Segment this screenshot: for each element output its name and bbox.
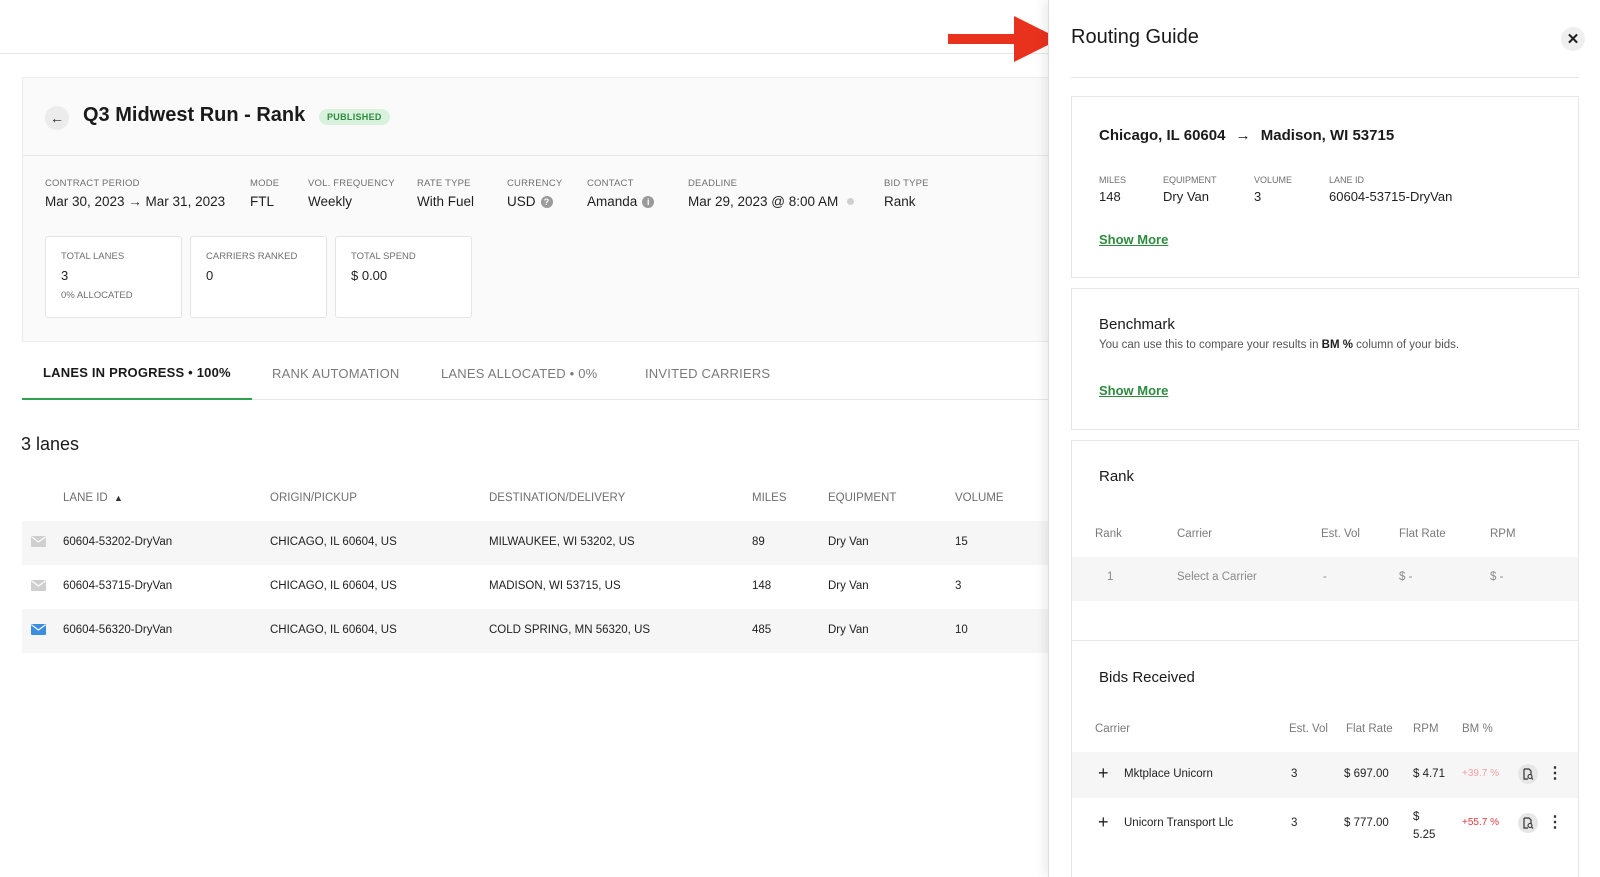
- arrow-right-icon: →: [1235, 127, 1251, 144]
- kebab-menu-icon: ⋮: [1547, 765, 1563, 782]
- document-search-icon: [1522, 817, 1533, 829]
- bids-column-est-vol: Est. Vol: [1289, 723, 1328, 735]
- rank-title: Rank: [1099, 468, 1135, 485]
- routing-guide-drawer: Routing Guide ✕ Chicago, IL 60604 → Madi…: [1048, 0, 1600, 877]
- plus-icon: +: [1098, 812, 1109, 832]
- benchmark-description: You can use this to compare your results…: [1099, 339, 1460, 351]
- lane-miles: MILES 148: [1099, 175, 1127, 204]
- mail-icon: [31, 580, 46, 591]
- back-button[interactable]: ←: [45, 106, 69, 130]
- table-row[interactable]: 60604-53715-DryVan CHICAGO, IL 60604, US…: [22, 565, 1048, 609]
- view-bid-button[interactable]: [1518, 813, 1538, 833]
- tab-lanes-in-progress[interactable]: LANES IN PROGRESS • 100%: [22, 346, 252, 400]
- bids-column-rpm: RPM: [1413, 723, 1439, 735]
- meta-contact: CONTACT Amanda i: [587, 178, 655, 209]
- more-options-button[interactable]: ⋮: [1547, 766, 1563, 782]
- column-miles[interactable]: MILES: [752, 492, 787, 504]
- close-icon: ✕: [1566, 31, 1580, 48]
- select-carrier-dropdown[interactable]: Select a Carrier: [1177, 571, 1257, 583]
- bids-received-panel: Bids Received Carrier Est. Vol Flat Rate…: [1071, 640, 1579, 877]
- meta-mode: MODE FTL: [250, 178, 280, 209]
- sort-ascending-icon: ▲: [113, 493, 123, 503]
- help-icon[interactable]: ?: [540, 195, 553, 208]
- rank-row: 1 Select a Carrier - $ - $ -: [1072, 557, 1578, 601]
- meta-rate-type: RATE TYPE With Fuel: [417, 178, 475, 209]
- benchmark-panel: Benchmark You can use this to compare yo…: [1071, 288, 1579, 430]
- document-search-icon: [1522, 768, 1533, 780]
- tab-lanes-allocated[interactable]: LANES ALLOCATED • 0%: [441, 346, 597, 400]
- drawer-title: Routing Guide: [1071, 26, 1199, 48]
- divider: [1071, 77, 1579, 78]
- arrow-left-icon: ←: [50, 110, 64, 126]
- rank-column-est-vol: Est. Vol: [1321, 528, 1360, 540]
- add-bid-button[interactable]: +: [1098, 812, 1109, 833]
- mail-icon: [31, 536, 46, 547]
- status-badge: PUBLISHED: [319, 109, 390, 125]
- table-row[interactable]: 60604-53202-DryVan CHICAGO, IL 60604, US…: [22, 521, 1048, 565]
- meta-currency: CURRENCY USD ?: [507, 178, 563, 209]
- plus-icon: +: [1098, 763, 1109, 783]
- lanes-table-header: LANE ID ▲ ORIGIN/PICKUP DESTINATION/DELI…: [22, 482, 1048, 514]
- lanes-count: 3 lanes: [21, 434, 80, 454]
- column-destination[interactable]: DESTINATION/DELIVERY: [489, 492, 625, 504]
- rank-column-rank: Rank: [1095, 528, 1122, 540]
- column-origin[interactable]: ORIGIN/PICKUP: [270, 492, 357, 504]
- rank-column-carrier: Carrier: [1177, 528, 1213, 540]
- tab-rank-automation[interactable]: RANK AUTOMATION: [272, 346, 399, 400]
- benchmark-title: Benchmark: [1099, 316, 1175, 333]
- stat-total-spend: TOTAL SPEND $ 0.00: [335, 236, 472, 318]
- table-row[interactable]: 60604-56320-DryVan CHICAGO, IL 60604, US…: [22, 609, 1048, 653]
- bids-title: Bids Received: [1099, 669, 1195, 686]
- kebab-menu-icon: ⋮: [1547, 814, 1563, 831]
- page-title: Q3 Midwest Run - Rank: [83, 104, 306, 126]
- close-button[interactable]: ✕: [1561, 27, 1585, 51]
- top-bar: [0, 0, 1048, 54]
- add-bid-button[interactable]: +: [1098, 763, 1109, 784]
- show-more-link[interactable]: Show More: [1099, 383, 1168, 398]
- status-dot-icon: [847, 198, 855, 205]
- lane-tabs: LANES IN PROGRESS • 100% RANK AUTOMATION…: [22, 346, 1048, 400]
- meta-vol-frequency: VOL. FREQUENCY Weekly: [308, 178, 395, 209]
- info-icon[interactable]: i: [642, 195, 655, 208]
- lane-info-panel: Chicago, IL 60604 → Madison, WI 53715 MI…: [1071, 96, 1579, 278]
- show-more-link[interactable]: Show More: [1099, 232, 1168, 247]
- bids-column-carrier: Carrier: [1095, 723, 1131, 735]
- rank-column-flat-rate: Flat Rate: [1399, 528, 1446, 540]
- bid-row: + Unicorn Transport Llc 3 $ 777.00 $ 5.2…: [1098, 811, 1563, 841]
- meta-deadline: DEADLINE Mar 29, 2023 @ 8:00 AM: [688, 178, 855, 209]
- bids-column-flat-rate: Flat Rate: [1346, 723, 1393, 735]
- bm-value: +39.7 %: [1462, 768, 1499, 779]
- column-lane-id[interactable]: LANE ID ▲: [63, 492, 123, 504]
- column-equipment[interactable]: EQUIPMENT: [828, 492, 896, 504]
- column-volume[interactable]: VOLUME: [955, 492, 1004, 504]
- meta-contract-period: CONTRACT PERIOD Mar 30, 2023 → Mar 31, 2…: [45, 178, 226, 209]
- bids-column-bm: BM %: [1462, 723, 1493, 735]
- lane-id: LANE ID 60604-53715-DryVan: [1329, 175, 1453, 204]
- lane-volume: VOLUME 3: [1254, 175, 1293, 204]
- meta-bid-type: BID TYPE Rank: [884, 178, 929, 209]
- rank-panel: Rank Rank Carrier Est. Vol Flat Rate RPM…: [1071, 440, 1579, 640]
- bid-summary-card: ← Q3 Midwest Run - Rank PUBLISHED CONTRA…: [22, 77, 1048, 342]
- lane-equipment: EQUIPMENT Dry Van: [1163, 175, 1217, 204]
- lane-route: Chicago, IL 60604 → Madison, WI 53715: [1099, 127, 1395, 144]
- main-content: ← Q3 Midwest Run - Rank PUBLISHED CONTRA…: [0, 54, 1048, 877]
- more-options-button[interactable]: ⋮: [1547, 815, 1563, 831]
- tab-invited-carriers[interactable]: INVITED CARRIERS: [645, 346, 770, 400]
- stat-carriers-ranked: CARRIERS RANKED 0: [190, 236, 327, 318]
- card-header: ← Q3 Midwest Run - Rank PUBLISHED: [23, 78, 1048, 156]
- stat-total-lanes: TOTAL LANES 3 0% ALLOCATED: [45, 236, 182, 318]
- view-bid-button[interactable]: [1518, 764, 1538, 784]
- mail-icon: [31, 624, 46, 635]
- rank-column-rpm: RPM: [1490, 528, 1516, 540]
- bid-row: + Mktplace Unicorn 3 $ 697.00 $ 4.71 +39…: [1072, 752, 1578, 798]
- annotation-arrow-icon: [948, 16, 1060, 62]
- bm-value: +55.7 %: [1462, 817, 1499, 828]
